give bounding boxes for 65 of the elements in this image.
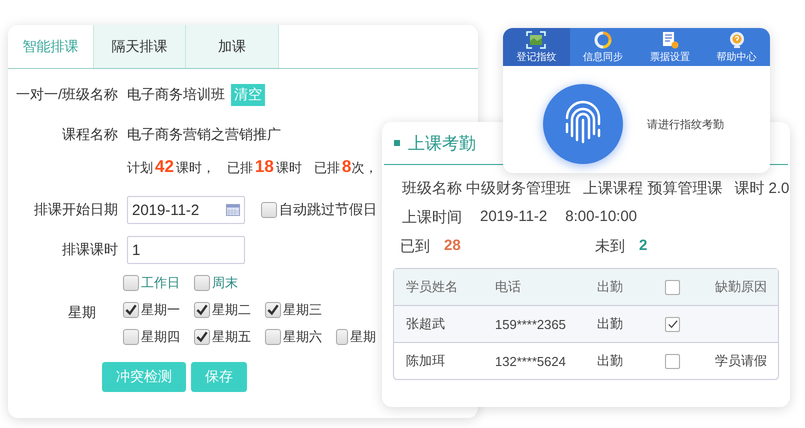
column-header: 出勤 — [597, 278, 624, 296]
arrived-count: 28 — [444, 237, 461, 256]
checkbox[interactable] — [665, 316, 680, 332]
calendar-icon[interactable] — [226, 204, 240, 216]
checkmark-icon — [195, 303, 209, 317]
toolbar-button[interactable]: 帮助中心 — [703, 28, 770, 66]
tab[interactable]: 隔天排课 — [94, 25, 186, 68]
table-cell-text: 陈加珥 — [405, 352, 446, 370]
checkbox-option[interactable]: 工作日 — [123, 274, 194, 292]
scan-frame-icon — [526, 30, 546, 48]
table-cell: 学员请假 — [715, 353, 767, 368]
table-cell-text: 132****5624 — [495, 354, 567, 368]
info-text: 课时 2.0 — [734, 179, 790, 198]
checkbox-option[interactable]: 星期一 — [123, 301, 194, 319]
field-label: 一对一/班级名称 — [15, 86, 118, 104]
panel-title: 上课考勤 — [408, 132, 476, 154]
checkbox-option[interactable]: 周末 — [194, 274, 265, 292]
class-time: 8:00-10:00 — [565, 208, 638, 227]
checkbox[interactable] — [665, 280, 680, 294]
prompt-text: 请进行指纹考勤 — [647, 118, 724, 132]
checkbox-option[interactable]: 自动跳过节假日 — [261, 201, 377, 219]
help-icon — [728, 30, 746, 48]
checkmark-icon — [266, 303, 280, 317]
schedule-stat: 计划42课时， — [127, 157, 215, 177]
checkbox[interactable] — [665, 354, 680, 368]
checkbox-option[interactable]: 星期五 — [194, 328, 265, 346]
checkbox-option[interactable]: 星期二 — [194, 301, 265, 319]
checkmark-icon — [195, 330, 209, 344]
field-label: 排课课时 — [61, 241, 118, 259]
column-header: 缺勤原因 — [715, 278, 768, 296]
square-icon — [394, 140, 400, 146]
date-field[interactable]: 2019-11-2 — [127, 196, 245, 224]
course-name: 电子商务营销之营销推广 — [127, 126, 281, 144]
checkbox-option[interactable]: 星期六 — [265, 328, 336, 346]
toolbar-button[interactable]: 信息同步 — [570, 28, 636, 66]
table-cell-text: 出勤 — [597, 315, 624, 333]
toolbar-button[interactable]: 登记指纹 — [503, 28, 570, 66]
schedule-stat: 已排 8次， — [314, 157, 378, 177]
absent-count: 2 — [639, 237, 648, 256]
class-name: 电子商务培训班 — [127, 86, 225, 104]
count-label: 未到 — [595, 237, 625, 256]
fingerprint-icon — [543, 84, 623, 164]
table-cell-text: 张超武 — [405, 315, 446, 333]
toolbar-button[interactable]: 票据设置 — [636, 28, 704, 66]
count-label: 已到 — [400, 237, 430, 256]
field-label: 星期 — [67, 304, 96, 322]
field-label: 上课时间 — [402, 208, 462, 227]
schedule-stat: 已排 18课时 — [226, 157, 302, 177]
column-header: 电话 — [495, 278, 522, 296]
info-text: 班级名称 中级财务管理班 — [402, 179, 572, 198]
field-label: 课程名称 — [61, 126, 118, 144]
info-text: 上课课程 预算管理课 — [583, 179, 722, 198]
hours-field[interactable]: 1 — [127, 236, 245, 264]
document-gear-icon — [660, 30, 679, 48]
column-header: 学员姓名 — [405, 278, 459, 296]
checkbox-option[interactable]: 星期 — [336, 328, 376, 346]
table-cell-text: 出勤 — [597, 352, 624, 370]
sync-icon — [594, 30, 612, 48]
checkmark-icon — [124, 303, 138, 317]
table-cell-text: 159****2365 — [495, 316, 567, 332]
field-label: 排课开始日期 — [33, 201, 118, 219]
checkbox-option[interactable]: 星期四 — [123, 328, 194, 346]
class-date: 2019-11-2 — [480, 208, 548, 227]
checkbox-option[interactable]: 星期三 — [265, 301, 336, 319]
tab[interactable]: 加课 — [186, 25, 279, 68]
